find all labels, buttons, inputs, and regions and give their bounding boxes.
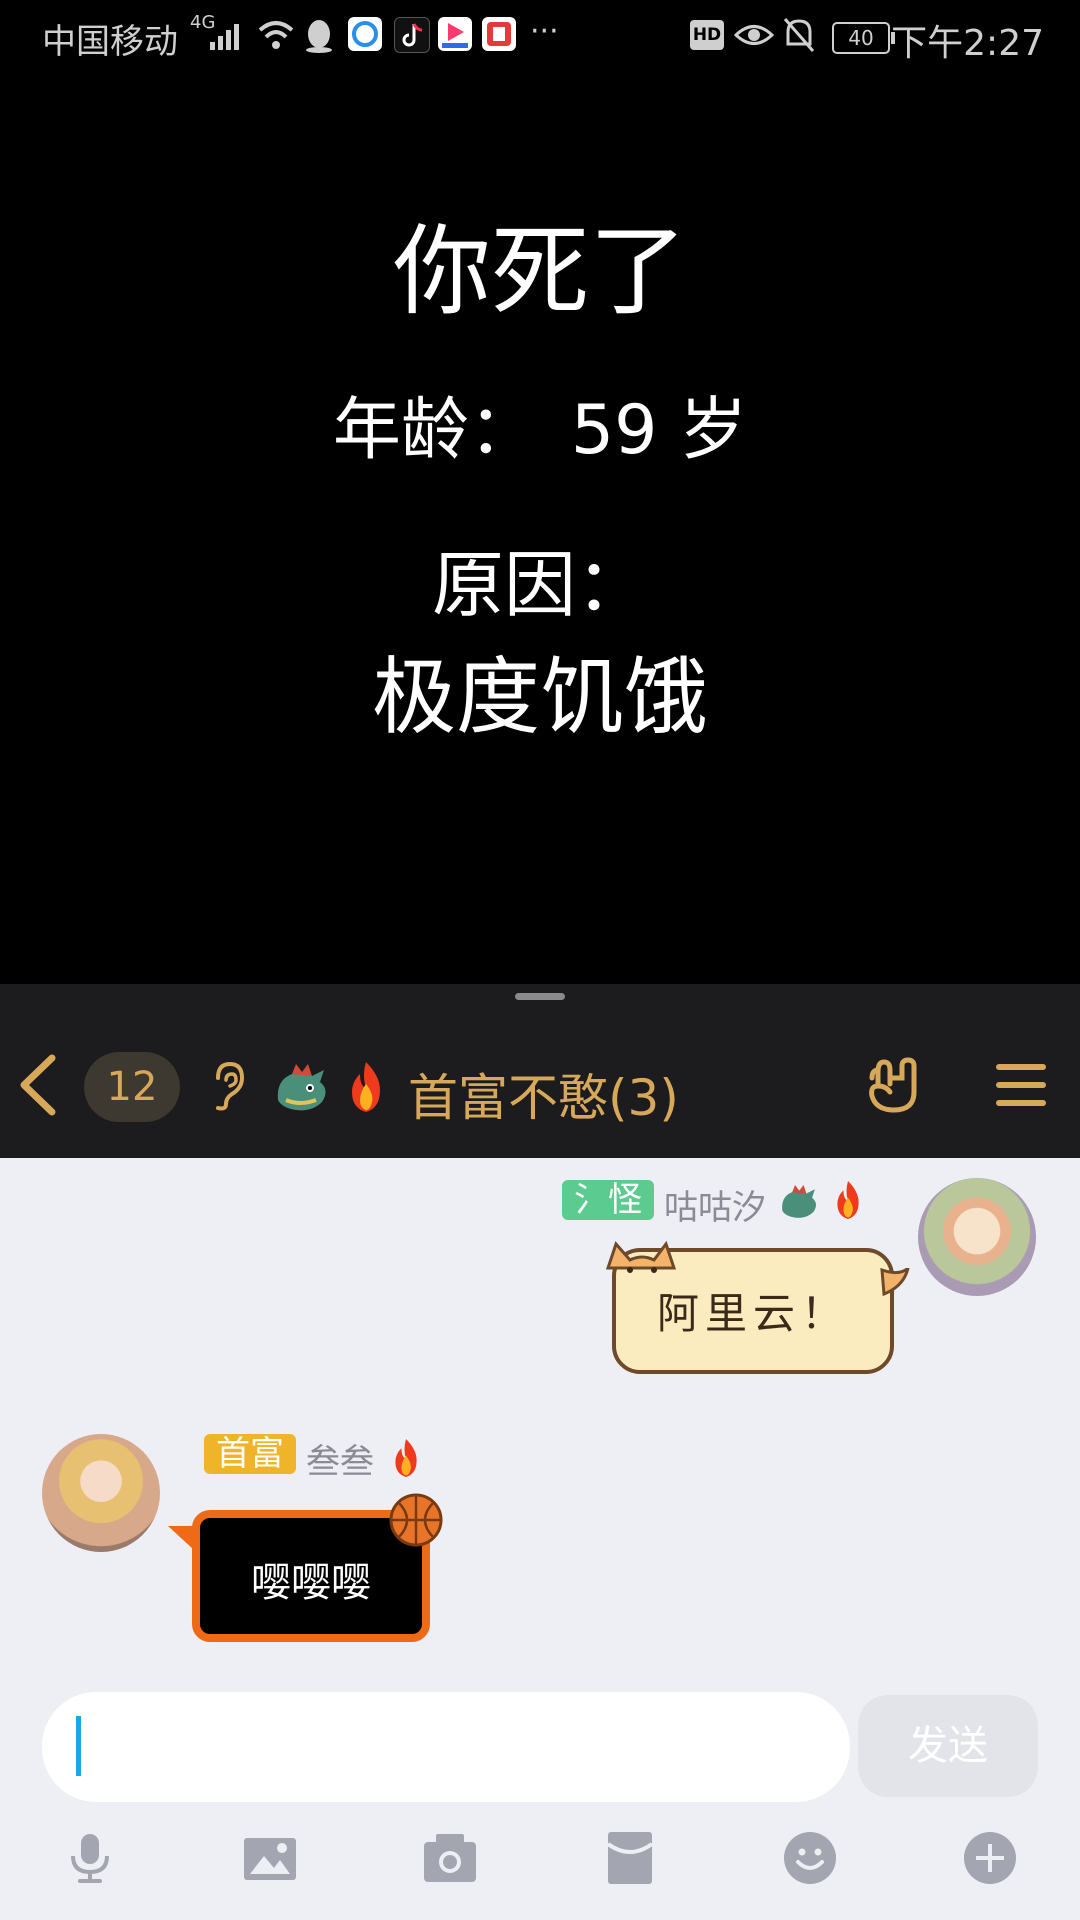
sender-nickname[interactable]: 咕咕汐 xyxy=(664,1180,766,1229)
avatar[interactable] xyxy=(42,1434,160,1552)
menu-icon[interactable] xyxy=(994,1062,1048,1108)
gesture-icon[interactable] xyxy=(862,1052,926,1116)
reader-app-icon xyxy=(482,17,516,51)
status-time: 下午2:27 xyxy=(891,23,1044,64)
death-title: 你死了 xyxy=(392,215,687,329)
camera-icon[interactable] xyxy=(422,1830,478,1886)
battery-icon: 40 xyxy=(832,22,895,54)
age-label: 年龄： xyxy=(332,391,537,470)
tiktok-app-icon xyxy=(394,17,430,53)
drag-handle[interactable] xyxy=(0,984,1080,1008)
dragon-icon xyxy=(277,1064,326,1111)
browser-app-icon xyxy=(348,17,382,51)
wifi-icon xyxy=(258,21,294,49)
bubble-tail-icon xyxy=(880,1268,910,1297)
plus-icon[interactable] xyxy=(962,1830,1018,1886)
unread-count-badge[interactable]: 12 xyxy=(84,1052,180,1122)
youku-app-icon xyxy=(438,17,472,51)
back-icon[interactable] xyxy=(12,1050,62,1120)
mute-icon xyxy=(783,18,815,52)
member-title-tag: 氵怪 xyxy=(562,1180,654,1220)
dragon-icon xyxy=(782,1184,817,1218)
image-icon[interactable] xyxy=(242,1830,298,1886)
hd-icon: HD xyxy=(690,20,724,50)
emoji-icon[interactable] xyxy=(782,1830,838,1886)
mic-icon[interactable] xyxy=(62,1830,118,1886)
sender-nickname[interactable]: 叁叁 xyxy=(306,1434,374,1483)
carrier-label: 中国移动 xyxy=(42,22,178,62)
more-notifications-icon: ··· xyxy=(530,14,559,49)
message-input[interactable] xyxy=(42,1692,850,1802)
ear-icon[interactable] xyxy=(208,1060,246,1112)
signal-icon xyxy=(210,24,239,50)
status-bar: 中国移动 4G ··· HD 40 下午2:27 xyxy=(0,0,1080,74)
chat-title: 首富不憨(3) xyxy=(408,1069,679,1127)
fire-icon xyxy=(395,1439,417,1477)
message-text: 嘤嘤嘤 xyxy=(251,1560,371,1606)
chat-messages[interactable]: 氵怪 咕咕汐 阿里云！ 首富 叁叁 嘤嘤嘤 xyxy=(0,1158,1080,1920)
send-button[interactable]: 发送 xyxy=(858,1695,1038,1797)
cat-decoration-icon xyxy=(605,1240,677,1273)
fire-icon xyxy=(352,1062,380,1112)
grip-icon[interactable] xyxy=(515,993,565,1000)
member-title-tag: 首富 xyxy=(204,1434,296,1474)
age-value: 59 岁 xyxy=(570,391,748,470)
avatar[interactable] xyxy=(918,1178,1036,1296)
qq-icon xyxy=(306,20,332,53)
chat-header: 12 首富不憨(3) xyxy=(0,1008,1080,1158)
red-packet-icon[interactable] xyxy=(602,1830,658,1886)
text-cursor xyxy=(76,1716,81,1776)
fire-icon xyxy=(837,1181,859,1219)
cause-value: 极度饥饿 xyxy=(371,648,708,746)
basketball-icon xyxy=(389,1493,443,1547)
cause-label: 原因： xyxy=(431,543,648,627)
game-area[interactable]: 你死了 年龄： 59 岁 原因： 极度饥饿 xyxy=(0,74,1080,984)
message-text: 阿里云！ xyxy=(656,1289,849,1338)
age-line: 年龄： 59 岁 xyxy=(0,374,1080,473)
eye-icon xyxy=(734,25,774,45)
